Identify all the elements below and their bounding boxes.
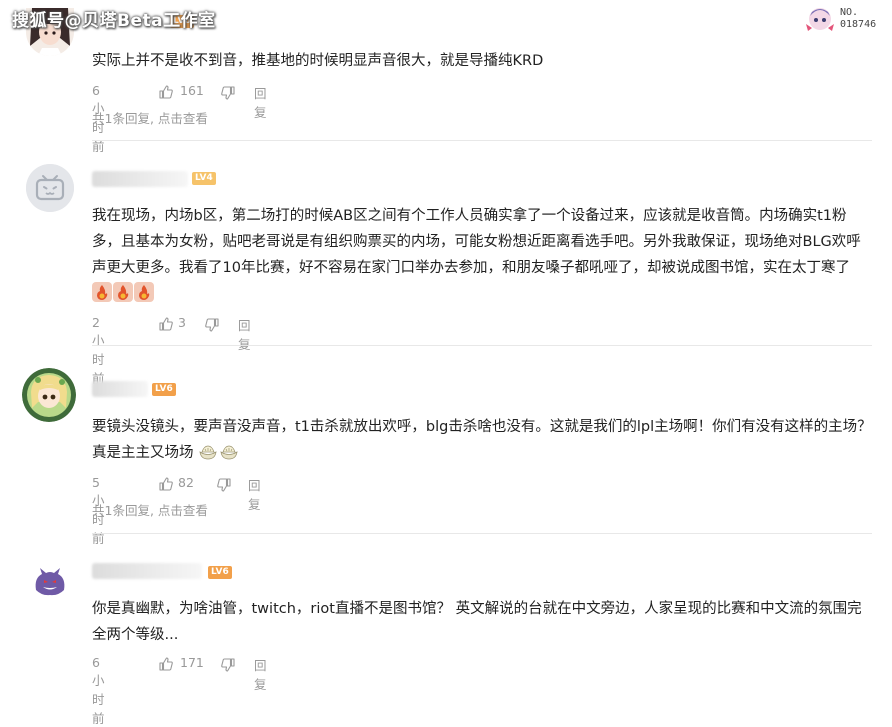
level-badge: LV4	[192, 172, 216, 185]
divider	[92, 533, 872, 534]
avatar[interactable]	[26, 164, 74, 212]
view-replies-link[interactable]: 共1条回复, 点击查看	[92, 500, 208, 519]
corner-badge: NO. 018746	[802, 4, 880, 34]
fire-emoji-icon	[134, 282, 154, 302]
avatar[interactable]	[28, 560, 72, 604]
level-badge: LV6	[152, 383, 176, 396]
thumbs-up-icon[interactable]	[158, 84, 174, 100]
username-redacted	[92, 171, 188, 187]
thumbs-down-icon[interactable]	[204, 317, 220, 333]
dumpling-emoji-icon	[220, 445, 238, 460]
level-badge: LV6	[208, 566, 232, 579]
comment-text: 实际上并不是收不到音，推基地的时候明显声音很大，就是导播纯KRD	[92, 53, 544, 69]
emoji-group	[92, 282, 155, 302]
watermark: 搜狐号@贝塔Beta工作室	[12, 11, 216, 31]
fire-emoji-icon	[113, 282, 133, 302]
reply-button[interactable]: 回复	[248, 475, 261, 513]
username-redacted	[92, 381, 148, 397]
emoji-group	[194, 445, 241, 461]
like-count: 171	[180, 655, 204, 670]
thumbs-up-icon[interactable]	[158, 476, 174, 492]
username-redacted	[92, 563, 202, 579]
thumbs-up-icon[interactable]	[158, 316, 174, 332]
comment-time: 2小时前	[92, 315, 105, 386]
avatar[interactable]	[22, 368, 76, 422]
divider	[92, 140, 872, 141]
thumbs-up-icon[interactable]	[158, 656, 174, 672]
comment-text: 你是真幽默，为啥油管，twitch，riot直播不是图书馆？ 英文解说的台就在中…	[92, 601, 862, 643]
default-tv-avatar-icon	[26, 164, 74, 212]
gengar-avatar-icon	[28, 560, 72, 604]
thumbs-down-icon[interactable]	[220, 85, 236, 101]
comment-text: 我在现场，内场b区，第二场打的时候AB区之间有个工作人员确实拿了一个设备过来，应…	[92, 203, 872, 307]
fire-emoji-icon	[92, 282, 112, 302]
comment-body: 我在现场，内场b区，第二场打的时候AB区之间有个工作人员确实拿了一个设备过来，应…	[92, 208, 861, 276]
divider	[92, 345, 872, 346]
comment-text: 要镜头没镜头，要声音没声音，t1击杀就放出欢呼，blg击杀啥也没有。这就是我们的…	[92, 414, 872, 466]
view-replies-link[interactable]: 共1条回复, 点击查看	[92, 108, 208, 127]
anime-blonde-avatar-icon	[22, 368, 76, 422]
badge-number: NO. 018746	[840, 7, 877, 30]
character-icon	[806, 8, 834, 31]
reply-button[interactable]: 回复	[254, 655, 267, 693]
comment-time: 6小时前	[92, 655, 105, 726]
thumbs-down-icon[interactable]	[220, 657, 236, 673]
dumpling-emoji-icon	[199, 445, 217, 460]
reply-button[interactable]: 回复	[254, 83, 267, 121]
like-count: 82	[178, 475, 194, 490]
like-count: 161	[180, 83, 204, 98]
thumbs-down-icon[interactable]	[216, 477, 232, 493]
reply-button[interactable]: 回复	[238, 315, 251, 353]
like-count: 3	[178, 315, 186, 330]
